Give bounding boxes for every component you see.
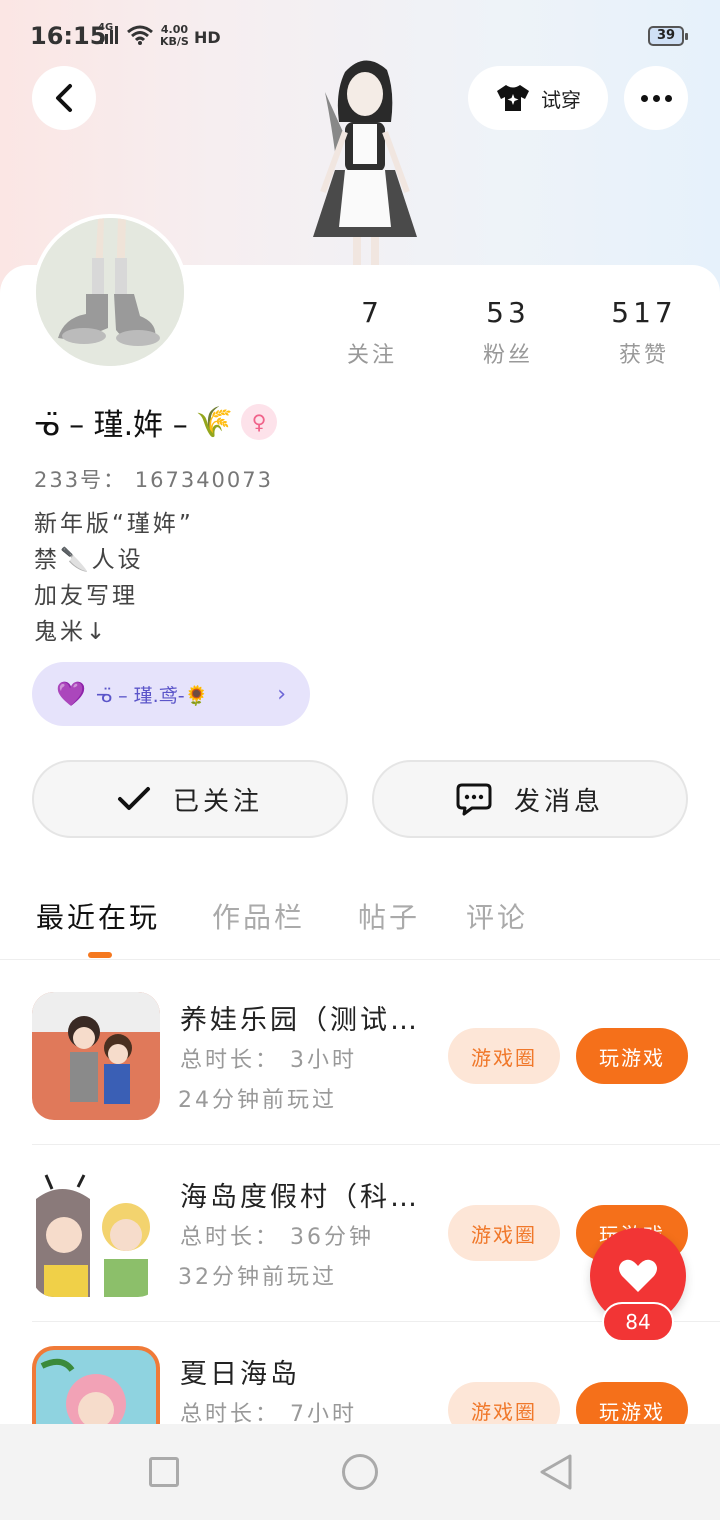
back-button[interactable] — [32, 66, 96, 130]
character-avatar-image — [313, 60, 417, 265]
status-time: 16:15 — [30, 22, 107, 50]
username: ᓀ̈ – 瑾.姩 – 🌾 ♀ — [34, 400, 278, 444]
more-dots-icon — [640, 94, 672, 102]
active-tab-indicator — [88, 952, 112, 958]
game-thumbnail — [32, 1169, 160, 1297]
stat-following[interactable]: 7 关注 — [322, 296, 422, 369]
stat-value: 517 — [611, 296, 677, 329]
profile-tabs: 最近在玩 作品栏 帖子 评论 — [0, 890, 720, 960]
game-thumbnail — [32, 992, 160, 1120]
stat-label: 关注 — [346, 343, 397, 368]
game-last-played: 32分钟前玩过 — [178, 1265, 337, 1290]
chevron-left-icon — [56, 84, 72, 112]
network-type: 4G — [98, 22, 114, 33]
like-count-badge: 84 — [602, 1302, 674, 1342]
recent-apps-icon[interactable] — [149, 1457, 179, 1487]
stat-likes[interactable]: 517 获赞 — [594, 296, 694, 369]
heart-icon: 💜 — [56, 680, 86, 708]
username-text: ᓀ̈ – 瑾.姩 – — [34, 408, 188, 443]
game-name: 海岛度假村（科… — [180, 1182, 420, 1213]
stat-followers[interactable]: 53 粉丝 — [458, 296, 558, 369]
tab-works[interactable]: 作品栏 — [212, 896, 305, 936]
stat-label: 获赞 — [618, 343, 669, 368]
stat-label: 粉丝 — [482, 343, 533, 368]
hd-indicator: HD — [194, 28, 221, 47]
more-button[interactable] — [624, 66, 688, 130]
divider — [32, 1144, 720, 1145]
game-last-played: 24分钟前玩过 — [178, 1088, 337, 1113]
game-duration: 总时长： 3小时 — [180, 1048, 357, 1073]
network-speed: 4.00 KB/S — [160, 23, 189, 48]
followed-button[interactable]: 已关注 — [32, 760, 348, 838]
bio-line: 禁🔪人设 — [34, 547, 144, 573]
send-message-label: 发消息 — [513, 786, 604, 817]
bio-line: 新年版“瑾姩” — [34, 511, 194, 537]
stat-value: 53 — [486, 296, 530, 329]
tab-recently-played[interactable]: 最近在玩 — [36, 896, 160, 936]
bio-line: 鬼米↓ — [34, 619, 109, 645]
chat-bubble-icon — [456, 783, 492, 816]
bio: 新年版“瑾姩” 禁🔪人设 加友写理 鬼米↓ — [34, 506, 194, 650]
list-item[interactable]: 养娃乐园（测试… 总时长： 3小时 24分钟前玩过 游戏圈 玩游戏 — [32, 992, 720, 1168]
relationship-label: ᓀ̈ – 瑾.鸢-🌻 — [95, 684, 209, 707]
followed-label: 已关注 — [172, 786, 263, 817]
try-on-button[interactable]: 试穿 — [468, 66, 608, 130]
avatar-image — [36, 218, 184, 366]
tshirt-icon — [497, 85, 529, 111]
send-message-button[interactable]: 发消息 — [372, 760, 688, 838]
stat-value: 7 — [361, 296, 383, 329]
username-emoji: 🌾 — [195, 404, 234, 440]
game-name: 夏日海岛 — [180, 1359, 300, 1390]
battery-indicator: 39 — [648, 26, 688, 46]
user-id: 233号： 167340073 — [34, 468, 274, 492]
home-icon[interactable] — [342, 1454, 378, 1490]
check-icon — [117, 787, 150, 810]
avatar[interactable] — [32, 214, 188, 370]
wifi-icon — [127, 25, 153, 45]
game-circle-button[interactable]: 游戏圈 — [448, 1028, 560, 1084]
chevron-right-icon: › — [277, 681, 286, 707]
relationship-chip[interactable]: 💜 ᓀ̈ – 瑾.鸢-🌻 › — [32, 662, 310, 726]
tab-posts[interactable]: 帖子 — [358, 896, 420, 936]
game-circle-button[interactable]: 游戏圈 — [448, 1205, 560, 1261]
tab-comments[interactable]: 评论 — [466, 896, 528, 936]
bio-line: 加友写理 — [34, 583, 138, 609]
heart-icon — [619, 1259, 657, 1292]
back-triangle-icon[interactable] — [538, 1452, 574, 1492]
try-on-label: 试穿 — [541, 87, 581, 112]
system-navigation-bar — [0, 1424, 720, 1520]
game-duration: 总时长： 36分钟 — [180, 1225, 374, 1250]
play-game-button[interactable]: 玩游戏 — [576, 1028, 688, 1084]
female-gender-icon: ♀ — [241, 404, 278, 440]
game-name: 养娃乐园（测试… — [180, 1005, 420, 1036]
